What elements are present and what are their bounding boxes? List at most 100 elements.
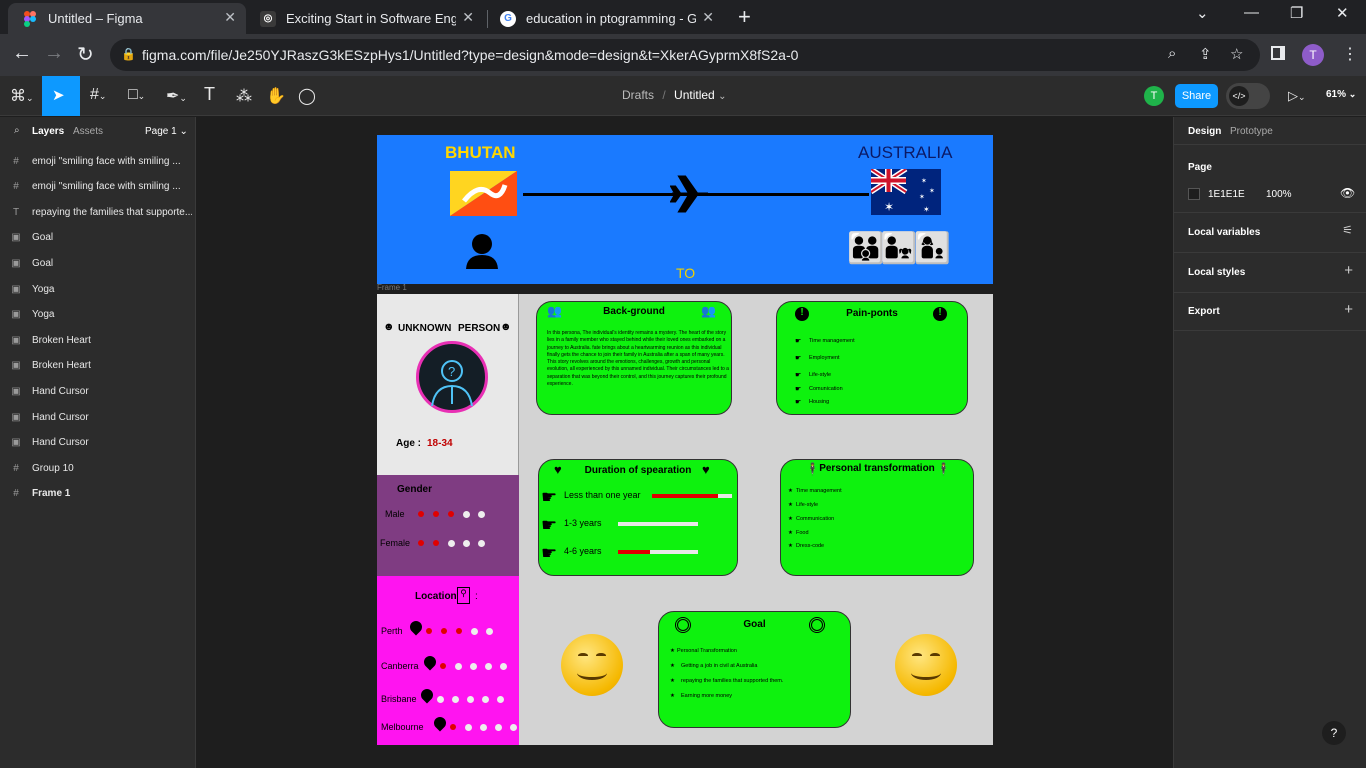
page-opacity[interactable]: 100% [1266,189,1292,200]
transformation-item: Life-style [796,502,819,508]
search-icon[interactable]: ⌕ [1168,45,1176,62]
dev-mode-toggle[interactable]: </> [1226,83,1270,109]
layer-name: emoji "smiling face with smiling ... [32,181,181,193]
layer-item[interactable]: Trepaying the families that supporte... [0,200,196,224]
journey-banner[interactable]: BHUTAN AUSTRALIA ✶ ✶ ✶ ✶ ✶ 👪👨‍👧👩‍👦 TO [377,135,993,284]
layer-item[interactable]: # Frame 1 [0,482,196,506]
minimize-icon[interactable]: — [1244,4,1259,21]
figma-toolbar: ⌘⌄ ➤ #⌄ □⌄ ✒⌄ T ⁂ ✋ ◯ Drafts / Untitled … [0,76,1366,116]
file-name[interactable]: Untitled [674,88,715,102]
pen-tool-icon[interactable]: ✒⌄ [166,86,187,106]
layer-item[interactable]: ▣ Goal [0,251,196,275]
share-page-icon[interactable]: ⇪ [1199,45,1212,63]
layer-item[interactable]: ▣ Yoga [0,303,196,327]
user-avatar[interactable]: T [1144,86,1164,106]
goal-item: Getting a job in civil at Australia [681,663,758,669]
image-layer-icon: ▣ [11,385,21,397]
close-tab-icon[interactable]: ✕ [702,9,714,26]
close-tab-icon[interactable]: ✕ [224,9,236,26]
help-button[interactable]: ? [1322,721,1346,745]
page-section-title: Page [1188,162,1212,173]
location-panel: Location ⚲ : Perth Canberra Brisbane Melbou… [377,576,519,745]
breadcrumb-drafts[interactable]: Drafts [622,88,654,102]
tab-layers[interactable]: Layers [32,126,64,137]
layer-item[interactable]: # emoji "smiling face with smiling ... [0,175,196,199]
frame-label[interactable]: Frame 1 [377,283,407,292]
text-tool-icon[interactable]: T [204,84,215,105]
layer-item[interactable]: # Group 10 [0,456,196,480]
local-variables-label[interactable]: Local variables [1188,227,1260,238]
resources-icon[interactable]: ⁂ [236,86,252,106]
image-layer-icon: ▣ [11,232,21,244]
avatar: ? [416,341,488,413]
bookmark-star-icon[interactable]: ☆ [1230,45,1243,63]
page-color-value[interactable]: 1E1E1E [1208,189,1245,200]
rating-dot-filled [433,540,439,546]
layer-item[interactable]: ▣ Hand Cursor [0,405,196,429]
person-label: PERSON [458,323,501,334]
add-style-plus-icon[interactable]: + [1344,262,1353,279]
forward-arrow-icon[interactable]: → [44,42,64,65]
frame-tool-icon[interactable]: #⌄ [90,86,106,104]
layer-item[interactable]: # emoji "smiling face with smiling ... [0,149,196,173]
layer-item[interactable]: ▣ Hand Cursor [0,379,196,403]
layer-item[interactable]: ▣ Goal [0,226,196,250]
layer-name: Hand Cursor [32,411,89,423]
breadcrumb: Drafts / Untitled ⌄ [622,88,726,102]
tab-figma[interactable]: Untitled – Figma ✕ [8,3,246,34]
emoji-face-icon: ☻ [500,321,512,333]
zoom-level[interactable]: 61% ⌄ [1326,89,1356,100]
move-tool-button[interactable]: ➤ [42,76,80,116]
lock-icon: 🔒 [121,47,136,61]
hand-pointer-icon: ☛ [795,386,802,393]
page-selector[interactable]: Page 1 ⌄ [145,126,188,137]
close-tab-icon[interactable]: ✕ [462,9,474,26]
profile-avatar[interactable]: T [1302,44,1324,66]
duration-card: ♥ Duration of spearation ♥ ☛ Less than on… [538,459,738,576]
new-tab-plus-icon[interactable]: + [738,4,751,30]
tab-title: Exciting Start in Software Engine [286,11,456,26]
reload-icon[interactable]: ↻ [77,42,94,67]
page-color-swatch[interactable] [1188,188,1200,200]
comment-tool-icon[interactable]: ◯ [298,86,316,106]
tab-assets[interactable]: Assets [73,126,103,137]
tab-prototype[interactable]: Prototype [1230,126,1273,137]
rating-dot-filled [450,724,456,730]
rating-dot-empty [485,663,492,670]
hand-tool-icon[interactable]: ✋ [266,86,286,106]
tab-design[interactable]: Design [1188,126,1221,137]
chevron-down-icon[interactable]: ⌄ [1196,4,1209,22]
search-icon[interactable]: ⌕ [14,125,20,136]
present-play-icon[interactable]: ▷⌄ [1288,88,1306,104]
figma-menu-icon[interactable]: ⌘⌄ [10,86,34,106]
shape-tool-icon[interactable]: □⌄ [128,86,145,104]
add-export-plus-icon[interactable]: + [1344,301,1353,318]
layer-item[interactable]: ▣ Broken Heart [0,328,196,352]
tab-chatgpt[interactable]: ◎ Exciting Start in Software Engine ✕ [246,3,484,34]
component-grid-icon: # [13,155,19,167]
properties-panel: Design Prototype Page 1E1E1E 100% 👁 Loca… [1173,117,1366,768]
pain-point-item: Life-style [809,372,832,378]
restore-icon[interactable]: ❐ [1290,4,1303,22]
cursor-icon: ➤ [52,87,65,104]
chevron-down-icon[interactable]: ⌄ [718,91,726,102]
close-window-icon[interactable]: ✕ [1336,4,1349,22]
persona-frame[interactable]: ☻ UNKNOWN PERSON ☻ ? Age : 18-34 Gender … [377,294,993,745]
svg-text:✶: ✶ [921,177,927,185]
tab-google[interactable]: G education in ptogramming - Goo ✕ [486,3,724,34]
share-button[interactable]: Share [1175,84,1218,108]
side-panel-icon[interactable] [1271,46,1285,60]
layer-item[interactable]: ▣ Hand Cursor [0,431,196,455]
layer-name: repaying the families that supporte... [32,206,192,218]
address-bar[interactable]: 🔒 figma.com/file/Je250YJRaszG3kESzpHys1/… [110,39,1260,71]
more-menu-icon[interactable]: ⋮ [1342,44,1358,64]
sliders-icon[interactable]: ⚟ [1342,223,1353,237]
eye-icon[interactable]: 👁 [1340,186,1355,200]
tab-title: education in ptogramming - Goo [526,11,696,26]
hand-pointer-icon: ☛ [795,338,802,345]
hand-pointer-icon: ☛ [795,372,802,379]
layer-item[interactable]: ▣ Yoga [0,277,196,301]
back-arrow-icon[interactable]: ← [12,42,32,65]
layer-item[interactable]: ▣ Broken Heart [0,354,196,378]
rating-dot-empty [465,724,472,731]
